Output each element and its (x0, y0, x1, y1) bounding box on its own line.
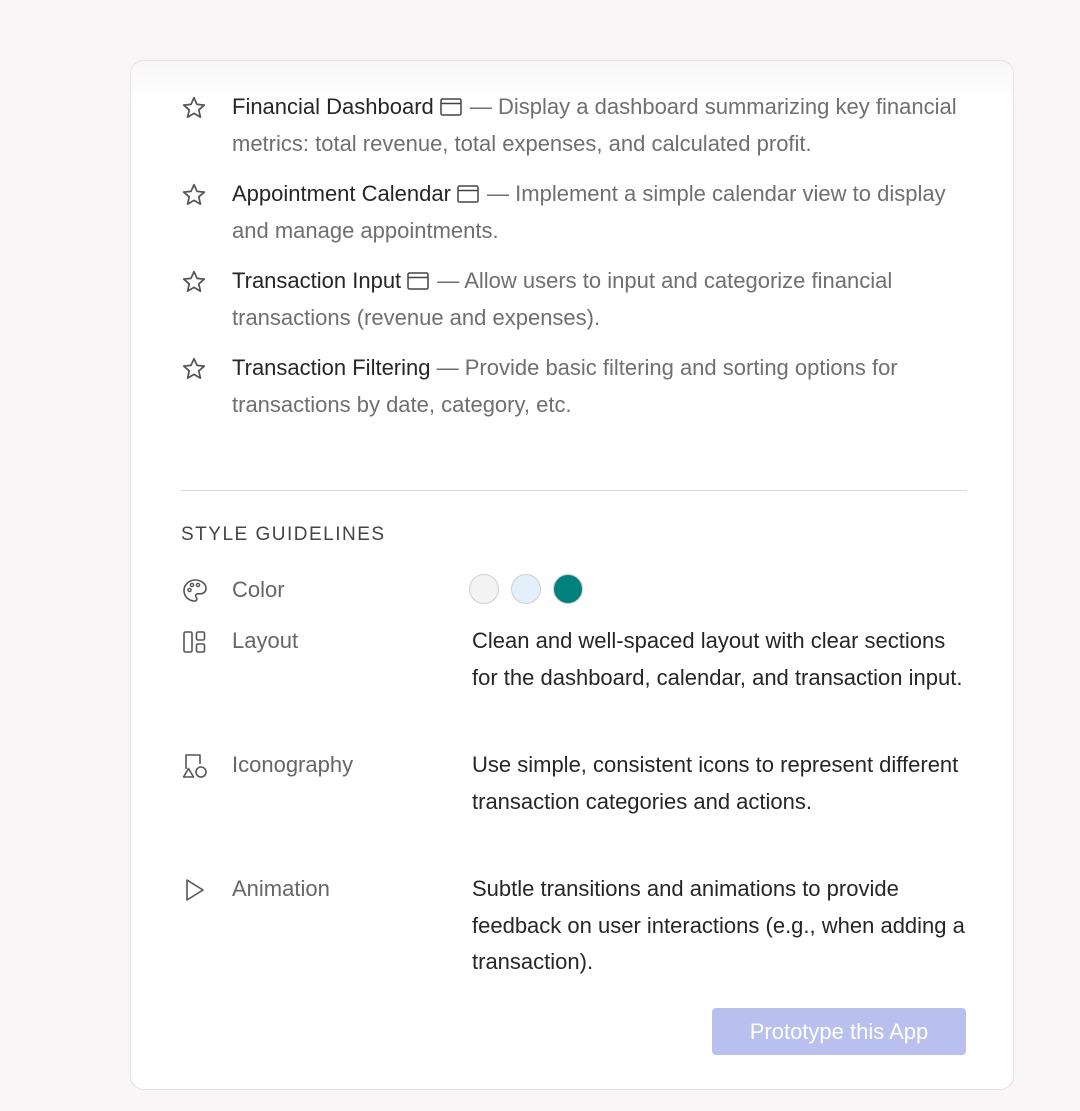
style-row-iconography: Iconography Use simple, consistent icons… (181, 747, 971, 857)
style-guidelines-title: STYLE GUIDELINES (181, 524, 386, 545)
style-row-color: Color (181, 572, 971, 612)
star-icon (182, 183, 206, 205)
style-label: Animation (232, 876, 330, 901)
style-description: Use simple, consistent icons to represen… (472, 752, 959, 814)
feature-separator: — (469, 94, 492, 119)
feature-name: Appointment Calendar (232, 181, 451, 206)
feature-separator: — (437, 268, 460, 293)
star-icon (182, 357, 206, 379)
window-icon (407, 272, 429, 290)
shapes-icon (182, 754, 207, 778)
layout-icon (183, 631, 206, 653)
feature-item: Transaction Input — Allow users to input… (181, 263, 971, 336)
feature-separator: — (436, 355, 459, 380)
style-label: Layout (232, 628, 299, 653)
color-swatch (511, 574, 541, 604)
feature-name: Transaction Filtering (232, 355, 431, 380)
star-icon (182, 270, 206, 292)
feature-separator: — (487, 181, 510, 206)
style-description: Clean and well-spaced layout with clear … (472, 628, 963, 690)
style-label: Color (232, 577, 285, 602)
window-icon (440, 98, 462, 116)
feature-item: Transaction Filtering — Provide basic fi… (181, 350, 971, 423)
section-divider (181, 490, 967, 491)
style-row-animation: Animation Subtle transitions and animati… (181, 871, 971, 981)
window-icon (457, 185, 479, 203)
play-icon (186, 879, 204, 901)
palette-icon (183, 579, 207, 602)
prototype-button[interactable]: Prototype this App (712, 1008, 966, 1055)
color-swatches (469, 574, 583, 604)
blueprint-card: Financial Dashboard — Display a dashboar… (130, 60, 1014, 1090)
feature-item: Financial Dashboard — Display a dashboar… (181, 89, 971, 162)
feature-list: Financial Dashboard — Display a dashboar… (181, 89, 971, 437)
feature-name: Transaction Input (232, 268, 402, 293)
star-icon (182, 96, 206, 118)
style-description: Subtle transitions and animations to pro… (472, 876, 965, 974)
style-label: Iconography (232, 752, 354, 777)
color-swatch (469, 574, 499, 604)
color-swatch (553, 574, 583, 604)
feature-item: Appointment Calendar — Implement a simpl… (181, 176, 971, 249)
style-row-layout: Layout Clean and well-spaced layout with… (181, 623, 971, 733)
feature-name: Financial Dashboard (232, 94, 434, 119)
